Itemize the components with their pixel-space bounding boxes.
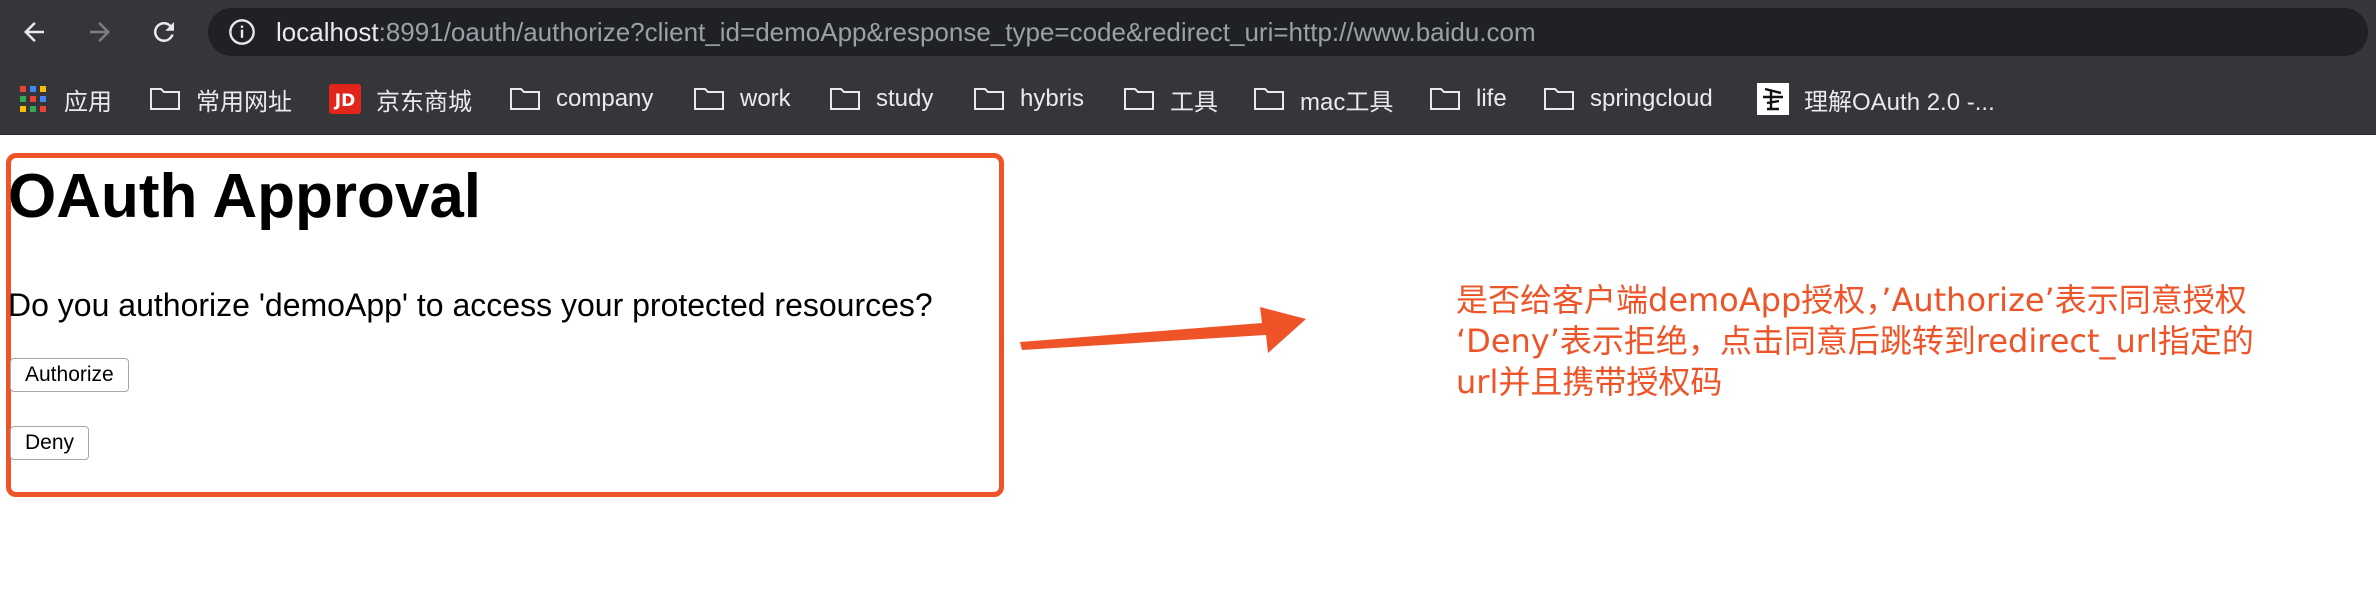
- bookmark-label: 工具: [1170, 88, 1218, 116]
- folder-icon: [508, 84, 542, 114]
- url-path: :8991/oauth/authorize?client_id=demoApp&…: [378, 17, 1536, 47]
- bookmark-folder[interactable]: hybris: [972, 78, 1084, 120]
- annotation-line: url并且携带授权码: [1456, 363, 1723, 401]
- folder-icon: [1542, 84, 1576, 114]
- annotation-text: 是否给客户端demoApp授权，’Authorize’表示同意授权 ‘Deny’…: [1456, 280, 2356, 403]
- folder-icon: [1252, 84, 1286, 114]
- bookmark-folder[interactable]: 常用网址: [148, 78, 292, 120]
- page-title: OAuth Approval: [8, 162, 482, 231]
- bookmark-folder[interactable]: study: [828, 78, 933, 120]
- back-button[interactable]: [14, 12, 54, 52]
- bookmark-jd[interactable]: JD 京东商城: [328, 78, 472, 120]
- back-arrow-icon: [24, 22, 44, 42]
- annotation-arrow-icon: [1020, 307, 1306, 353]
- bookmark-label: springcloud: [1590, 85, 1713, 112]
- url-host: localhost: [276, 17, 379, 47]
- bookmark-folder[interactable]: company: [508, 78, 653, 120]
- bookmark-folder[interactable]: life: [1428, 78, 1507, 120]
- jd-logo-icon: JD: [328, 84, 362, 114]
- site-info-icon[interactable]: [228, 18, 256, 46]
- bookmark-label: 理解OAuth 2.0 -...: [1804, 88, 1995, 116]
- reload-button[interactable]: [144, 12, 184, 52]
- bookmark-page[interactable]: 理解OAuth 2.0 -...: [1756, 78, 1995, 120]
- folder-icon: [1122, 84, 1156, 114]
- bookmark-folder[interactable]: 工具: [1122, 78, 1218, 120]
- annotation-line: 是否给客户端demoApp授权，’Authorize’表示同意授权: [1456, 281, 2247, 319]
- bookmark-label: study: [876, 85, 934, 112]
- folder-icon: [148, 84, 182, 114]
- bookmark-label: life: [1476, 85, 1507, 112]
- authorize-button[interactable]: Authorize: [10, 358, 129, 392]
- bookmark-label: 京东商城: [376, 88, 472, 116]
- bookmark-folder[interactable]: work: [692, 78, 791, 120]
- bookmark-label: 常用网址: [196, 88, 292, 116]
- address-bar[interactable]: localhost:8991/oauth/authorize?client_id…: [208, 8, 2368, 56]
- bookmark-folder[interactable]: springcloud: [1542, 78, 1713, 120]
- folder-icon: [1428, 84, 1462, 114]
- svg-text:JD: JD: [334, 91, 355, 111]
- bookmark-label: mac工具: [1300, 88, 1394, 116]
- bookmarks-bar: 应用 常用网址 JD 京东商城 company work study hybri…: [0, 64, 2376, 135]
- bookmark-label: 应用: [64, 88, 112, 116]
- folder-icon: [692, 84, 726, 114]
- folder-icon: [972, 84, 1006, 114]
- forward-arrow-icon: [90, 22, 110, 42]
- authorization-question: Do you authorize 'demoApp' to access you…: [8, 287, 933, 323]
- url-text[interactable]: localhost:8991/oauth/authorize?client_id…: [276, 8, 1536, 56]
- annotation-line: ‘Deny’表示拒绝，点击同意后跳转到redirect_url指定的: [1456, 322, 2254, 360]
- bookmark-label: company: [556, 85, 654, 112]
- page-favicon-icon: [1756, 83, 1790, 115]
- bookmark-label: work: [740, 85, 791, 112]
- bookmark-apps[interactable]: 应用: [16, 78, 112, 120]
- browser-toolbar: localhost:8991/oauth/authorize?client_id…: [0, 0, 2376, 64]
- reload-icon: [153, 21, 174, 42]
- bookmark-label: hybris: [1020, 85, 1085, 112]
- apps-grid-icon: [16, 84, 50, 114]
- bookmark-folder[interactable]: mac工具: [1252, 78, 1393, 120]
- deny-button[interactable]: Deny: [10, 426, 90, 460]
- forward-button[interactable]: [80, 12, 120, 52]
- folder-icon: [828, 84, 862, 114]
